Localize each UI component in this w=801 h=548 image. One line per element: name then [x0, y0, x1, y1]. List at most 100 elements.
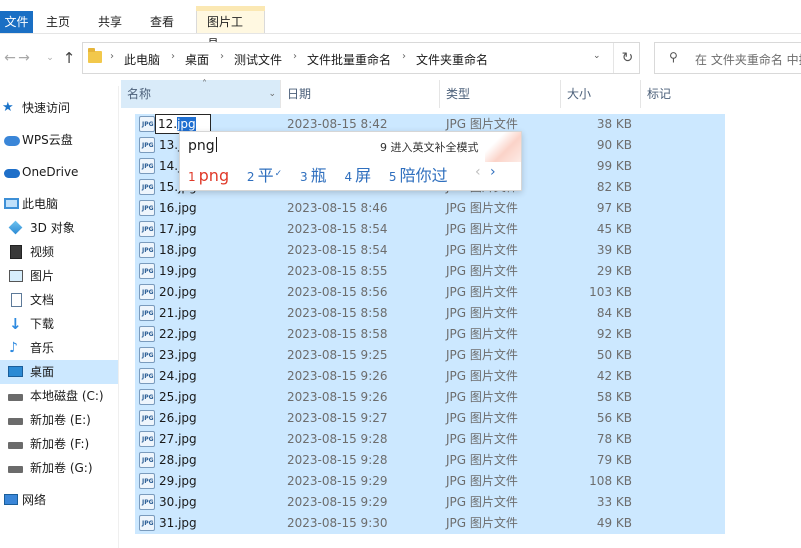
ime-candidate-5[interactable]: 5 陪你过 — [389, 162, 448, 186]
file-name: 29.jpg — [159, 474, 197, 488]
file-row[interactable]: JPG 25.jpg 2023-08-15 9:26 JPG 图片文件 58 KB — [135, 387, 725, 408]
file-type: JPG 图片文件 — [446, 327, 518, 341]
up-button[interactable]: ↑ — [59, 48, 79, 68]
column-header-tags[interactable]: 标记 — [641, 80, 731, 108]
breadcrumb-separator[interactable]: › — [220, 51, 224, 62]
breadcrumb-this-pc[interactable]: 此电脑 — [124, 51, 160, 68]
file-size: 78 KB — [596, 432, 632, 446]
breadcrumb-test-files[interactable]: 测试文件 — [234, 51, 282, 68]
sidebar-item-onedrive[interactable]: OneDrive — [0, 160, 118, 184]
file-name: 22.jpg — [159, 327, 197, 341]
forward-button[interactable]: → — [14, 48, 34, 68]
cube-icon — [8, 220, 23, 235]
search-input[interactable]: 在 文件夹重命名 中搜索 — [695, 51, 801, 68]
address-bar[interactable]: › 此电脑 › 桌面 › 测试文件 › 文件批量重命名 › 文件夹重命名 ⌄ ↻ — [82, 42, 640, 74]
sidebar-item-label: 下载 — [30, 317, 55, 331]
file-name: 16.jpg — [159, 201, 197, 215]
file-row[interactable]: JPG 31.jpg 2023-08-15 9:30 JPG 图片文件 49 KB — [135, 513, 725, 534]
sidebar-item-label: 此电脑 — [22, 197, 59, 211]
ime-english-mode-hint[interactable]: 9 进入英文补全模式 — [380, 139, 479, 155]
file-row[interactable]: JPG 21.jpg 2023-08-15 8:58 JPG 图片文件 84 KB — [135, 303, 725, 324]
file-size: 49 KB — [596, 516, 632, 530]
column-filter-dropdown-icon[interactable]: ⌄ — [268, 80, 276, 108]
breadcrumb-separator[interactable]: › — [110, 51, 114, 62]
ime-candidate-1[interactable]: 1 png — [188, 166, 229, 185]
address-dropdown-icon[interactable]: ⌄ — [593, 51, 601, 61]
sidebar-item-videos[interactable]: 视频 — [0, 240, 118, 264]
sidebar-item-quick-access[interactable]: ★ 快速访问 — [0, 96, 118, 120]
ime-prev-page-icon[interactable]: ‹ — [475, 164, 481, 180]
column-header-date[interactable]: 日期 — [281, 80, 440, 108]
tab-file[interactable]: 文件 — [0, 11, 33, 33]
tab-view[interactable]: 查看 — [140, 11, 184, 33]
file-date: 2023-08-15 8:46 — [287, 201, 388, 215]
cloud-icon — [4, 136, 20, 146]
breadcrumb-folder-rename[interactable]: 文件夹重命名 — [416, 51, 488, 68]
file-row[interactable]: JPG 28.jpg 2023-08-15 9:28 JPG 图片文件 79 KB — [135, 450, 725, 471]
tab-share[interactable]: 共享 — [88, 11, 132, 33]
file-row[interactable]: JPG 26.jpg 2023-08-15 9:27 JPG 图片文件 56 KB — [135, 408, 725, 429]
sidebar-item-label: 新加卷 (G:) — [30, 461, 93, 475]
sidebar-item-this-pc[interactable]: 此电脑 — [0, 192, 118, 216]
refresh-button[interactable]: ↻ — [613, 43, 641, 73]
search-box[interactable]: ⚲ 在 文件夹重命名 中搜索 — [654, 42, 801, 74]
breadcrumb-separator[interactable]: › — [402, 51, 406, 62]
candidate-number: 4 — [344, 170, 353, 184]
file-row[interactable]: JPG 23.jpg 2023-08-15 9:25 JPG 图片文件 50 KB — [135, 345, 725, 366]
sidebar-item-label: 网络 — [22, 493, 47, 507]
file-row[interactable]: JPG 19.jpg 2023-08-15 8:55 JPG 图片文件 29 KB — [135, 261, 725, 282]
column-header-type[interactable]: 类型 — [440, 80, 561, 108]
sidebar-item-drive-f[interactable]: 新加卷 (F:) — [0, 432, 118, 456]
file-size: 97 KB — [596, 201, 632, 215]
ime-next-page-icon[interactable]: › — [490, 164, 496, 180]
file-size: 103 KB — [589, 285, 632, 299]
recent-locations-button[interactable]: ⌄ — [40, 48, 60, 68]
ime-candidate-3[interactable]: 3瓶 — [300, 162, 327, 186]
candidate-number: 5 — [388, 170, 397, 184]
tab-home[interactable]: 主页 — [36, 11, 80, 33]
sidebar-item-drive-g[interactable]: 新加卷 (G:) — [0, 456, 118, 480]
sidebar-item-downloads[interactable]: ↓ 下载 — [0, 312, 118, 336]
sidebar-item-3d-objects[interactable]: 3D 对象 — [0, 216, 118, 240]
sidebar-item-music[interactable]: ♪ 音乐 — [0, 336, 118, 360]
folder-icon — [88, 48, 102, 63]
jpg-file-icon: JPG — [139, 284, 155, 300]
pane-divider[interactable] — [118, 86, 119, 548]
file-row[interactable]: JPG 22.jpg 2023-08-15 8:58 JPG 图片文件 92 KB — [135, 324, 725, 345]
breadcrumb-separator[interactable]: › — [171, 51, 175, 62]
ime-candidate-4[interactable]: 4屏 — [344, 162, 371, 186]
file-row[interactable]: JPG 17.jpg 2023-08-15 8:54 JPG 图片文件 45 KB — [135, 219, 725, 240]
file-row[interactable]: JPG 30.jpg 2023-08-15 9:29 JPG 图片文件 33 KB — [135, 492, 725, 513]
sidebar-item-wps-cloud[interactable]: WPS云盘 — [0, 128, 118, 152]
ime-candidate-2[interactable]: 2 平✓ — [247, 162, 282, 186]
file-type: JPG 图片文件 — [446, 390, 518, 404]
file-row[interactable]: JPG 18.jpg 2023-08-15 8:54 JPG 图片文件 39 KB — [135, 240, 725, 261]
sidebar-item-documents[interactable]: 文档 — [0, 288, 118, 312]
file-icon-glyph: JPG — [142, 436, 154, 443]
sidebar-item-desktop[interactable]: 桌面 — [0, 360, 118, 384]
column-header-label: 日期 — [287, 87, 312, 101]
breadcrumb-desktop[interactable]: 桌面 — [185, 51, 209, 68]
file-row[interactable]: JPG 27.jpg 2023-08-15 9:28 JPG 图片文件 78 KB — [135, 429, 725, 450]
sidebar-item-network[interactable]: 网络 — [0, 488, 118, 512]
column-header-name[interactable]: ˄ 名称 ⌄ — [121, 79, 281, 108]
drive-icon — [8, 418, 23, 425]
file-row[interactable]: JPG 20.jpg 2023-08-15 8:56 JPG 图片文件 103 KB — [135, 282, 725, 303]
sidebar-item-drive-e[interactable]: 新加卷 (E:) — [0, 408, 118, 432]
file-icon-glyph: JPG — [142, 142, 154, 149]
breadcrumb-batch-rename[interactable]: 文件批量重命名 — [307, 51, 391, 68]
sidebar-item-drive-c[interactable]: 本地磁盘 (C:) — [0, 384, 118, 408]
file-size: 39 KB — [596, 243, 632, 257]
file-row[interactable]: JPG 16.jpg 2023-08-15 8:46 JPG 图片文件 97 KB — [135, 198, 725, 219]
file-row[interactable]: JPG 29.jpg 2023-08-15 9:29 JPG 图片文件 108 KB — [135, 471, 725, 492]
file-row[interactable]: JPG 24.jpg 2023-08-15 9:26 JPG 图片文件 42 KB — [135, 366, 725, 387]
column-header-size[interactable]: 大小 — [561, 80, 641, 108]
tab-picture-tools[interactable]: 图片工具 — [196, 11, 265, 51]
file-icon-glyph: JPG — [142, 310, 154, 317]
video-icon — [10, 245, 22, 259]
jpg-file-icon: JPG — [139, 473, 155, 489]
breadcrumb-separator[interactable]: › — [293, 51, 297, 62]
file-icon-glyph: JPG — [142, 163, 154, 170]
jpg-file-icon: JPG — [139, 452, 155, 468]
sidebar-item-pictures[interactable]: 图片 — [0, 264, 118, 288]
